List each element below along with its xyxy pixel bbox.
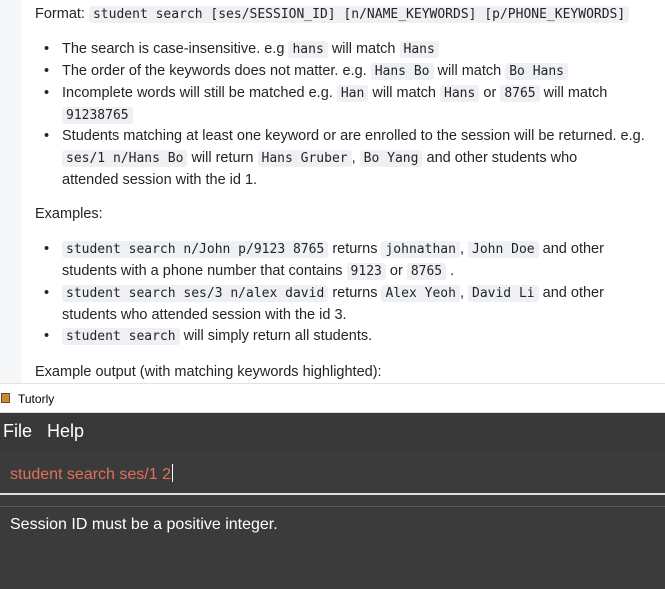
list-item: • student search ses/3 n/alex david retu… xyxy=(44,285,604,302)
examples-label: Examples: xyxy=(35,206,103,222)
format-line: Format: student search [ses/SESSION_ID] … xyxy=(35,3,630,26)
example-output-label: Example output (with matching keywords h… xyxy=(35,364,382,380)
doc-left-margin xyxy=(0,0,22,383)
window-titlebar[interactable]: Tutorly xyxy=(0,383,665,413)
list-item-continued: students with a phone number that contai… xyxy=(62,263,455,280)
menu-help[interactable]: Help xyxy=(47,421,84,442)
list-item: • The order of the keywords does not mat… xyxy=(44,60,569,83)
list-item: • student search will simply return all … xyxy=(44,328,373,345)
app-window: File Help student search ses/1 2 Session… xyxy=(0,413,665,589)
command-input[interactable]: student search ses/1 2 xyxy=(10,464,173,484)
result-display: Session ID must be a positive integer. xyxy=(0,506,665,589)
format-code: student search [ses/SESSION_ID] [n/NAME_… xyxy=(88,6,630,23)
menu-file[interactable]: File xyxy=(3,421,32,442)
list-item-continued: attended session with the id 1. xyxy=(62,172,258,188)
list-item: • The search is case-insensitive. e.g ha… xyxy=(44,38,439,61)
text-caret xyxy=(171,464,173,482)
list-item: • Students matching at least one keyword… xyxy=(44,128,645,144)
list-item: • Incomplete words will still be matched… xyxy=(44,85,608,102)
menu-bar: File Help xyxy=(0,413,665,450)
format-label: Format: xyxy=(35,6,85,22)
result-message: Session ID must be a positive integer. xyxy=(10,516,278,533)
list-item-continued: ses/1 n/Hans Bo will return Hans Gruber,… xyxy=(62,147,577,170)
list-item: • student search n/John p/9123 8765 retu… xyxy=(44,241,604,258)
window-title: Tutorly xyxy=(18,392,55,406)
app-icon xyxy=(1,393,10,403)
list-item-continued: 91238765 xyxy=(62,104,133,127)
command-box[interactable]: student search ses/1 2 xyxy=(0,453,665,495)
list-item-continued: students who attended session with the i… xyxy=(62,307,347,323)
user-guide-document: Format: student search [ses/SESSION_ID] … xyxy=(0,0,665,383)
